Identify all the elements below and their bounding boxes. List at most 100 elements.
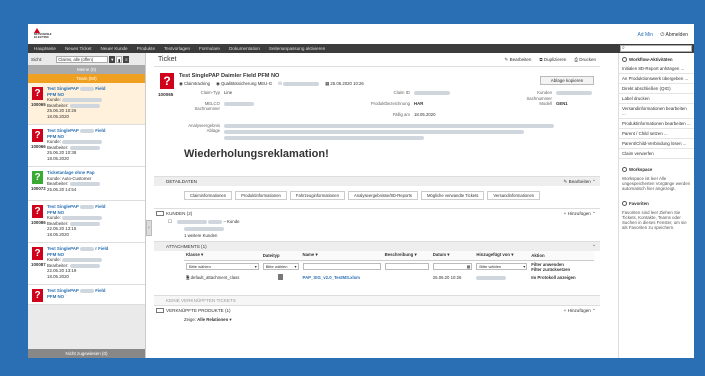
produkte-add-link[interactable]: + Hinzufügen [564, 308, 591, 313]
col-name[interactable]: Name ▾ [300, 251, 383, 261]
collapse-panel-toggle[interactable]: ‹ [146, 220, 152, 236]
section-produkte[interactable]: VERKNÜPFTE PRODUKTE (1) + Hinzufügen ⌃ [154, 305, 600, 315]
tab-produktinformationen[interactable]: Produktinformationen [235, 191, 287, 200]
nav-produkte[interactable]: Produkte [137, 46, 155, 51]
tab-versandinformationen[interactable]: Versandinformationen [487, 191, 541, 200]
attachments-table: Klasse ▾ Dateityp Name ▾ Beschreibung ▾ … [184, 251, 594, 283]
edit-icon[interactable]: ✎ [563, 179, 567, 184]
filter-placeholder: Bitte wählen [479, 264, 502, 269]
tab-team[interactable]: Team (50) [28, 74, 145, 83]
table-row[interactable]: 🗎 default_attachment_class PAP_SIG_v2.0_… [184, 273, 594, 283]
nav-dokumentation[interactable]: Dokumentation [229, 46, 260, 51]
nav-formulare[interactable]: Formulare [199, 46, 220, 51]
detaildaten-edit-link[interactable]: Bearbeiten [569, 179, 591, 184]
global-search-input[interactable]: ⌕ [620, 45, 692, 52]
section-detaildaten[interactable]: DETAILDATEN ✎ Bearbeiten ⌃ [154, 176, 600, 186]
copy-icon: ⧉ [539, 57, 543, 62]
tab-claiminformationen[interactable]: Claiminformationen [184, 191, 233, 200]
nav-neues-ticket[interactable]: Neues Ticket [65, 46, 92, 51]
workflow-item-label-drucken[interactable]: Label drucken [619, 94, 694, 104]
power-icon[interactable]: ⏻ [660, 32, 664, 38]
filter-hinzugefuegt[interactable]: Bitte wählen ▾ [476, 263, 528, 270]
chevron-up-icon[interactable]: ⌃ [592, 211, 596, 216]
nav-hauptseite[interactable]: Hauptseite [34, 46, 56, 51]
more-kunden-link[interactable]: 1 weitere Kunden [184, 233, 217, 238]
workflow-item-versandinfo[interactable]: Versandinformationen bearbeiten ... [619, 104, 694, 119]
workflow-item-8d-report[interactable]: Initialen 8D-Report anhängen ... [619, 64, 694, 74]
ticket-title-part: Test SinglePAP [47, 204, 79, 209]
workflow-item-produktinfo[interactable]: Produktinformationen bearbeiten ... [619, 119, 694, 129]
ticket-title-part: Test SinglePAP [47, 128, 79, 133]
nav-seitenanpassung[interactable]: Seitenanpassung aktivieren [269, 46, 325, 51]
col-beschreibung[interactable]: Beschreibung ▾ [382, 251, 431, 261]
favoriten-header[interactable]: Favoriten [619, 197, 694, 208]
ticket-card-100087[interactable]: ? 100087 Test SinglePAP r Field PFM NO K… [28, 243, 145, 285]
copy-ablage-button[interactable]: Ablage kopieren [540, 76, 594, 85]
ticket-card-100088[interactable]: ? Test SinglePAP Field PFM NO [28, 285, 145, 305]
section-kunden[interactable]: KUNDEN (2) + Hinzufügen ⌃ [154, 208, 600, 218]
filter-beschreibung-input[interactable] [384, 263, 429, 270]
nav-textvorlagen[interactable]: Textvorlagen [164, 46, 190, 51]
workflow-item-abschliessen[interactable]: Direkt abschließen (QIG) [619, 84, 694, 94]
attachment-name-link[interactable]: PAP_SIG_v2.0_TestMS.xlsm [303, 275, 360, 280]
tab-verwandte-tickets[interactable]: Mögliche verwandte Tickets [420, 191, 485, 200]
relation-filter[interactable]: Zeige: Alle Relationen ▾ [184, 317, 232, 322]
ablage-label: Ablage [206, 128, 220, 133]
workflow-item-produktionswerk[interactable]: An Produktionswerk übergeben ... [619, 74, 694, 84]
ticket-card-100065[interactable]: ? 100065 Test SinglePAP Field PFM NO Kun… [28, 83, 145, 125]
nav-neuer-kunde[interactable]: Neuer Kunde [101, 46, 128, 51]
kunden-add-link[interactable]: + Hinzufügen [564, 211, 591, 216]
tab-nicht-zugewiesen[interactable]: Nicht zugewiesen (0) [28, 349, 145, 358]
section-actions: ✎ Bearbeiten ⌃ [563, 177, 596, 186]
filter-name-input[interactable] [302, 263, 381, 270]
workflow-item-parent-child-setzen[interactable]: Parent / Child setzen ... [619, 129, 694, 139]
drag-handle-icon[interactable] [156, 211, 164, 216]
calendar-icon[interactable]: ▦ [467, 264, 471, 269]
modell-value: GEN1 [556, 101, 568, 106]
filter-klasse[interactable]: Bitte wählen ▾ [186, 263, 259, 270]
ticket-card-100086[interactable]: ? 100086 Test SinglePAP Field PFM NO Kun… [28, 201, 145, 243]
checkbox-icon[interactable]: ☐ [168, 219, 172, 224]
duplicate-button[interactable]: ⧉ Duplizieren [539, 57, 566, 63]
company-logo[interactable]: MITSUBISHI ELECTRIC [34, 28, 54, 40]
tab-analyseergebnisse[interactable]: Analyseergebnisse/8D-Reports [347, 191, 418, 200]
col-label: Beschreibung [384, 252, 414, 258]
filter-dateityp[interactable]: Bitte wählen ▾ [262, 263, 299, 270]
redacted-text [476, 275, 507, 280]
print-button[interactable]: ⎙ Drucken [574, 57, 596, 63]
view-grid-button[interactable]: ▮ [116, 55, 123, 63]
filter-reset-link[interactable]: Filter zurücksetzen [531, 267, 592, 272]
view-dropdown-button[interactable]: ▾ [109, 55, 116, 63]
tab-meine[interactable]: Meine (0) [28, 65, 145, 74]
chevron-up-icon[interactable]: ⌃ [592, 179, 596, 184]
col-datum[interactable]: Datum ▾ [430, 251, 475, 261]
logout-link[interactable]: Abmelden [665, 32, 688, 38]
workflow-item-parent-child-loesen[interactable]: Parent/Child-Verbindung lösen ... [619, 139, 694, 149]
view-select[interactable]: Claims, alle (offen) [56, 55, 109, 63]
tab-fahrzeuginformationen[interactable]: Fahrzeuginformationen [289, 191, 345, 200]
col-hinzugefuegt[interactable]: Hinzugefügt von ▾ [474, 251, 530, 261]
redacted-text [69, 182, 100, 187]
workflow-header[interactable]: Workflow-Aktivitäten [619, 53, 694, 64]
section-attachments[interactable]: ATTACHMENTS (1) ⌃ [154, 241, 600, 251]
edit-button[interactable]: ✎ Bearbeiten [505, 57, 532, 63]
filter-datum-input[interactable]: ▦ [432, 263, 473, 270]
col-dateityp[interactable]: Dateityp [260, 251, 301, 261]
col-label: Hinzugefügt von [476, 252, 511, 258]
view-selector-row: Sicht: Claims, alle (offen) ▾ ▮ ≡ [28, 53, 145, 65]
user-name-link[interactable]: Ad Min [637, 32, 653, 38]
chevron-up-icon[interactable]: ⌃ [592, 242, 596, 251]
drag-handle-icon[interactable] [156, 308, 164, 313]
cell-datum: 25.06.20 10:26 [432, 275, 462, 280]
col-klasse[interactable]: Klasse ▾ [184, 251, 261, 261]
view-menu-button[interactable]: ≡ [123, 55, 130, 63]
col-label: Aktion [531, 252, 545, 258]
ticket-card-100066[interactable]: ? 100066 Test SinglePAP Field PFM NO Kun… [28, 125, 145, 167]
ticket-toolbar: ✎ Bearbeiten ⧉ Duplizieren ⎙ Drucken [505, 57, 596, 63]
workspace-header[interactable]: Workspace [619, 163, 694, 174]
show-in-log-link[interactable]: Im Protokoll anzeigen [529, 273, 594, 283]
ticket-card-100072[interactable]: ? 100072 Ticketanlage ohne Pap Kunde: Au… [28, 167, 145, 201]
chevron-up-icon[interactable]: ⌃ [592, 308, 596, 313]
workflow-item-claim-verwerfen[interactable]: Claim verwerfen [619, 149, 694, 159]
ticket-title-part: Field [95, 86, 106, 91]
